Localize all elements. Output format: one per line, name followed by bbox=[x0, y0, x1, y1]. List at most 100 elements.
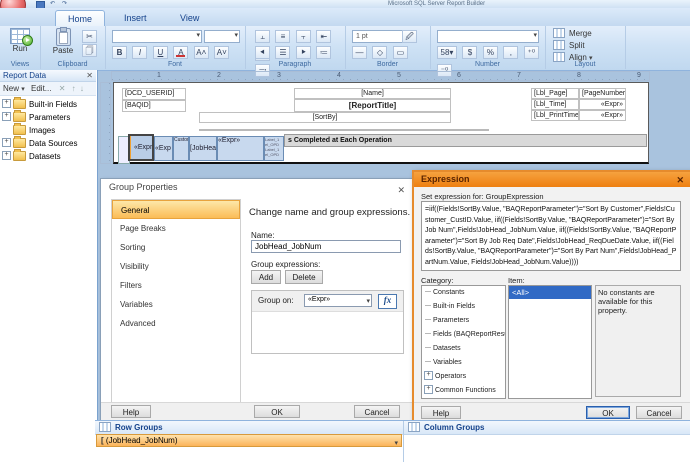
nav-visibility[interactable]: Visibility bbox=[112, 257, 240, 276]
italic-button[interactable]: I bbox=[132, 46, 147, 59]
nav-sorting[interactable]: Sorting bbox=[112, 238, 240, 257]
merge-button[interactable]: Merge bbox=[553, 28, 592, 40]
tree-item-parameters[interactable]: +Parameters bbox=[0, 111, 70, 124]
field-lbl-page[interactable]: [Lbl_Page] bbox=[531, 88, 579, 99]
field-lbl-printtime[interactable]: [Lbl_PrintTime] bbox=[531, 110, 579, 121]
plus-expander-icon[interactable]: + bbox=[2, 151, 11, 160]
move-down-icon[interactable]: ↓ bbox=[80, 84, 84, 93]
tab-view[interactable]: View bbox=[168, 10, 211, 26]
field-name[interactable]: [Name] bbox=[294, 88, 451, 99]
border-box-icon[interactable]: ▭ bbox=[393, 46, 408, 59]
copy-button[interactable]: 🗍 bbox=[82, 44, 98, 62]
page-info-table[interactable]: [Lbl_Page] [PageNumber] [Lbl_Time] «Expr… bbox=[531, 88, 626, 121]
align-center-icon[interactable]: ☰ bbox=[275, 46, 290, 59]
font-size-select[interactable]: ▾ bbox=[204, 30, 240, 43]
item-all-selected[interactable]: <All> bbox=[509, 286, 591, 299]
redo-icon[interactable]: ↷ bbox=[62, 1, 70, 7]
tablix-cell-tiny[interactable]: Label_1 el_OPD Label_1 el_OPD bbox=[264, 136, 284, 161]
plus-expander-icon[interactable]: + bbox=[424, 371, 433, 380]
align-bottom-icon[interactable]: ⫟ bbox=[296, 30, 311, 43]
field-baqid[interactable]: [BAQID] bbox=[122, 100, 186, 112]
increase-decimal-button[interactable]: ⁺⁰ bbox=[524, 46, 539, 59]
group-on-combo[interactable]: «Expr»▾ bbox=[304, 294, 372, 307]
plus-expander-icon[interactable]: + bbox=[424, 385, 433, 394]
category-parameters[interactable]: Parameters bbox=[422, 314, 505, 328]
align-top-icon[interactable]: ⫠ bbox=[255, 30, 270, 43]
number-format-select[interactable]: ▾ bbox=[437, 30, 539, 43]
paste-button[interactable]: Paste bbox=[48, 28, 78, 60]
align-right-icon[interactable]: ⯈ bbox=[296, 46, 311, 59]
field-time-expr[interactable]: «Expr» bbox=[579, 99, 626, 110]
cancel-button[interactable]: Cancel bbox=[354, 405, 400, 418]
edit-button[interactable]: Edit... bbox=[31, 84, 51, 93]
number-format-icon[interactable]: 58▾ bbox=[437, 46, 457, 59]
border-style-icon[interactable]: ◇ bbox=[372, 46, 387, 59]
field-page-number[interactable]: [PageNumber] bbox=[579, 88, 626, 99]
field-dcd-userid[interactable]: [DCD_USERID] bbox=[122, 88, 186, 100]
undo-icon[interactable]: ↶ bbox=[50, 1, 58, 7]
move-up-icon[interactable]: ↑ bbox=[72, 84, 76, 93]
item-list[interactable]: <All> bbox=[508, 285, 592, 399]
tablix-cell-expr-selected[interactable]: «Expr» bbox=[128, 134, 154, 161]
tree-item-data-sources[interactable]: +Data Sources bbox=[0, 137, 77, 150]
tablix-cell-expr2[interactable]: «Expr» bbox=[217, 136, 264, 161]
nav-variables[interactable]: Variables bbox=[112, 295, 240, 314]
category-constants[interactable]: Constants bbox=[422, 286, 505, 300]
fx-button[interactable]: fx bbox=[378, 294, 397, 309]
tree-item-images[interactable]: +Images bbox=[0, 124, 55, 137]
field-report-title[interactable]: [ReportTitle] bbox=[294, 99, 451, 112]
tablix-cell-jobhead[interactable]: [JobHead bbox=[189, 136, 217, 161]
align-left-icon[interactable]: ⯇ bbox=[255, 46, 270, 59]
close-icon[interactable]: ✕ bbox=[86, 70, 93, 82]
chevron-down-icon[interactable]: ▾ bbox=[394, 438, 398, 450]
delete-icon[interactable]: ✕ bbox=[59, 84, 66, 93]
delete-button[interactable]: Delete bbox=[285, 270, 323, 284]
nav-filters[interactable]: Filters bbox=[112, 276, 240, 295]
expression-textbox[interactable]: =iif((Fields!SortBy.Value, "BAQReportPar… bbox=[421, 201, 681, 271]
close-icon[interactable]: ✕ bbox=[397, 182, 405, 199]
percent-button[interactable]: % bbox=[483, 46, 498, 59]
cancel-button[interactable]: Cancel bbox=[636, 406, 682, 419]
row-group-item[interactable]: [ (JobHead_JobNum) ▾ bbox=[96, 434, 402, 447]
plus-expander-icon[interactable]: + bbox=[2, 99, 11, 108]
add-button[interactable]: Add bbox=[251, 270, 281, 284]
category-operators[interactable]: +Operators bbox=[422, 370, 505, 384]
group-name-input[interactable]: JobHead_JobNum bbox=[251, 240, 401, 253]
field-sortby[interactable]: [SortBy] bbox=[199, 112, 451, 123]
category-common-functions[interactable]: +Common Functions bbox=[422, 384, 505, 398]
tab-insert[interactable]: Insert bbox=[112, 10, 159, 26]
shrink-font-button[interactable]: A˅ bbox=[214, 46, 229, 59]
border-line-icon[interactable]: — bbox=[352, 46, 367, 59]
tablix-cell-custom[interactable]: Custom bbox=[173, 136, 189, 161]
run-button[interactable]: Run bbox=[5, 28, 35, 60]
category-built-in-fields[interactable]: Built-in Fields bbox=[422, 300, 505, 314]
split-button[interactable]: Split bbox=[553, 40, 585, 52]
currency-button[interactable]: $ bbox=[462, 46, 477, 59]
category-datasets[interactable]: Datasets bbox=[422, 342, 505, 356]
border-width-select[interactable]: 1 pt bbox=[352, 30, 403, 43]
save-icon[interactable] bbox=[36, 1, 44, 7]
category-fields-baqreportresult[interactable]: Fields (BAQReportResult) bbox=[422, 328, 505, 342]
tree-item-built-in-fields[interactable]: +Built-in Fields bbox=[0, 98, 77, 111]
tree-item-datasets[interactable]: +Datasets bbox=[0, 150, 61, 163]
bullet-list-icon[interactable]: ≔ bbox=[316, 46, 331, 59]
report-canvas[interactable]: [DCD_USERID] [BAQID] [Name] [ReportTitle… bbox=[113, 82, 649, 164]
help-button[interactable]: Help bbox=[111, 405, 151, 418]
field-lbl-time[interactable]: [Lbl_Time] bbox=[531, 99, 579, 110]
plus-expander-icon[interactable]: + bbox=[2, 112, 11, 121]
indent-decrease-icon[interactable]: ⇤ bbox=[316, 30, 331, 43]
new-button[interactable]: New ▾ bbox=[3, 84, 25, 93]
nav-general[interactable]: General bbox=[112, 200, 240, 219]
field-printtime-expr[interactable]: «Expr» bbox=[579, 110, 626, 121]
comma-button[interactable]: , bbox=[503, 46, 518, 59]
nav-page-breaks[interactable]: Page Breaks bbox=[112, 219, 240, 238]
close-icon[interactable]: ✕ bbox=[676, 173, 684, 188]
align-middle-icon[interactable]: ≡ bbox=[275, 30, 290, 43]
bold-button[interactable]: B bbox=[112, 46, 127, 59]
category-variables[interactable]: Variables bbox=[422, 356, 505, 370]
underline-button[interactable]: U bbox=[153, 46, 168, 59]
tab-home[interactable]: Home bbox=[55, 10, 105, 27]
font-name-select[interactable]: ▾ bbox=[112, 30, 202, 43]
grow-font-button[interactable]: A˄ bbox=[194, 46, 209, 59]
tablix-column-header[interactable]: s Completed at Each Operation bbox=[284, 134, 647, 147]
